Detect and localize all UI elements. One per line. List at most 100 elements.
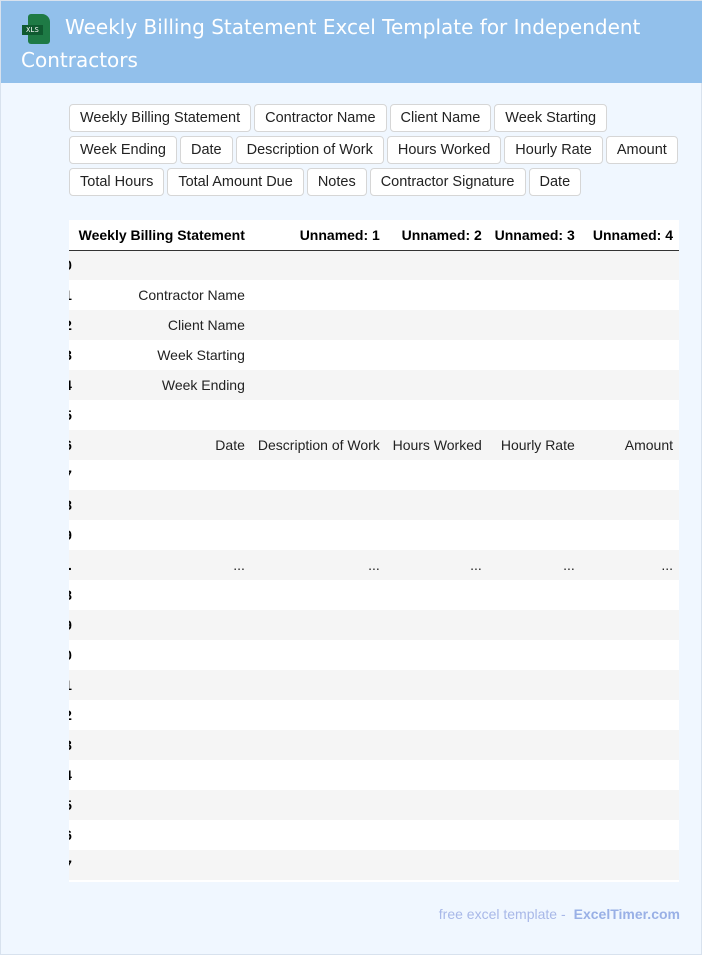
tag-chip[interactable]: Notes xyxy=(306,168,367,196)
table-row: 30 xyxy=(69,640,679,670)
table-cell: Hours Worked xyxy=(392,437,482,453)
xls-file-icon: XLS xyxy=(21,14,51,46)
table-cell: ... xyxy=(661,557,673,573)
tag-chip[interactable]: Description of Work xyxy=(235,136,384,164)
table-row: 4Week Ending xyxy=(69,370,679,400)
table-cell xyxy=(488,850,581,880)
column-tags: Weekly Billing Statement Contractor Name C… xyxy=(69,104,689,196)
table-cell xyxy=(386,820,488,850)
table-cell xyxy=(581,280,679,310)
table-cell xyxy=(251,850,386,880)
table-cell xyxy=(581,250,679,280)
tag-chip[interactable]: Contractor Signature xyxy=(369,168,526,196)
table-row: 34 xyxy=(69,760,679,790)
table-cell xyxy=(581,670,679,700)
table-cell xyxy=(72,400,251,430)
column-header: Unnamed: 1 xyxy=(250,220,386,251)
tag-chip[interactable]: Contractor Name xyxy=(254,104,387,132)
tag-chip[interactable]: Client Name xyxy=(389,104,492,132)
table-cell xyxy=(251,760,386,790)
table-cell: ... xyxy=(563,557,575,573)
table-cell: Hourly Rate xyxy=(500,437,575,453)
table-cell xyxy=(386,520,488,550)
table-cell: Date xyxy=(215,437,245,453)
table-cell xyxy=(72,670,251,700)
table-cell xyxy=(581,370,679,400)
table-cell xyxy=(488,820,581,850)
data-table: Weekly Billing Statement Unnamed: 1 Unname… xyxy=(69,220,679,882)
table-cell xyxy=(251,310,386,340)
table-cell xyxy=(581,850,679,880)
tag-chip[interactable]: Total Amount Due xyxy=(167,168,304,196)
table-cell xyxy=(251,340,386,370)
table-cell xyxy=(72,850,251,880)
table-cell xyxy=(72,580,251,610)
table-cell xyxy=(488,310,581,340)
column-header: Unnamed: 4 xyxy=(580,220,679,251)
table-cell xyxy=(251,520,386,550)
table-cell xyxy=(581,760,679,790)
table-cell xyxy=(581,400,679,430)
table-cell xyxy=(488,760,581,790)
tag-chip[interactable]: Hourly Rate xyxy=(504,136,603,164)
tag-chip[interactable]: Hours Worked xyxy=(386,136,502,164)
table-cell xyxy=(72,490,251,520)
tag-chip[interactable]: Amount xyxy=(605,136,678,164)
table-cell xyxy=(386,790,488,820)
table-cell xyxy=(386,730,488,760)
tag-chip[interactable]: Weekly Billing Statement xyxy=(69,104,252,132)
table-cell xyxy=(386,370,488,400)
table-cell xyxy=(581,490,679,520)
tag-chip[interactable]: Week Ending xyxy=(69,136,177,164)
table-cell xyxy=(488,790,581,820)
table-row: 2Client Name xyxy=(69,310,679,340)
table-cell xyxy=(251,790,386,820)
table-cell xyxy=(251,640,386,670)
tag-chip[interactable]: Total Hours xyxy=(69,168,165,196)
column-header: Unnamed: 2 xyxy=(385,220,488,251)
table-cell xyxy=(488,460,581,490)
table-cell: Contractor Name xyxy=(138,287,245,303)
table-cell xyxy=(386,700,488,730)
table-cell xyxy=(386,460,488,490)
table-cell xyxy=(386,400,488,430)
table-row: 3Week Starting xyxy=(69,340,679,370)
table-cell xyxy=(251,730,386,760)
table-row: 5 xyxy=(69,400,679,430)
table-cell xyxy=(581,610,679,640)
table-row: 31 xyxy=(69,670,679,700)
table-row: 8 xyxy=(69,490,679,520)
table-cell xyxy=(581,580,679,610)
table-cell xyxy=(488,280,581,310)
table-row: .................. xyxy=(69,550,679,580)
tag-chip[interactable]: Week Starting xyxy=(494,104,608,132)
table-cell xyxy=(72,640,251,670)
table-cell xyxy=(251,610,386,640)
table-cell xyxy=(386,250,488,280)
tag-chip[interactable]: Date xyxy=(179,136,233,164)
table-cell: Week Ending xyxy=(161,377,245,393)
table-cell xyxy=(251,400,386,430)
tag-chip[interactable]: Date xyxy=(528,168,582,196)
table-cell: Description of Work xyxy=(257,437,380,453)
table-cell xyxy=(251,370,386,400)
table-cell xyxy=(386,640,488,670)
table-cell xyxy=(72,760,251,790)
table-row: 36 xyxy=(69,820,679,850)
table-cell xyxy=(251,280,386,310)
table-row: 6DateDescription of WorkHours WorkedHour… xyxy=(69,430,679,460)
table-row: 32 xyxy=(69,700,679,730)
table-cell xyxy=(581,640,679,670)
column-header: Unnamed: 3 xyxy=(487,220,581,251)
footer-text: free excel template - xyxy=(438,906,566,922)
table-row: 29 xyxy=(69,610,679,640)
table-cell: Amount xyxy=(624,437,673,453)
table-row: 9 xyxy=(69,520,679,550)
table-cell xyxy=(581,820,679,850)
table-cell xyxy=(72,460,251,490)
table-cell xyxy=(72,700,251,730)
table-cell xyxy=(386,280,488,310)
brand-link[interactable]: ExcelTimer.com xyxy=(574,906,680,922)
table-cell xyxy=(72,730,251,760)
table-cell xyxy=(488,640,581,670)
